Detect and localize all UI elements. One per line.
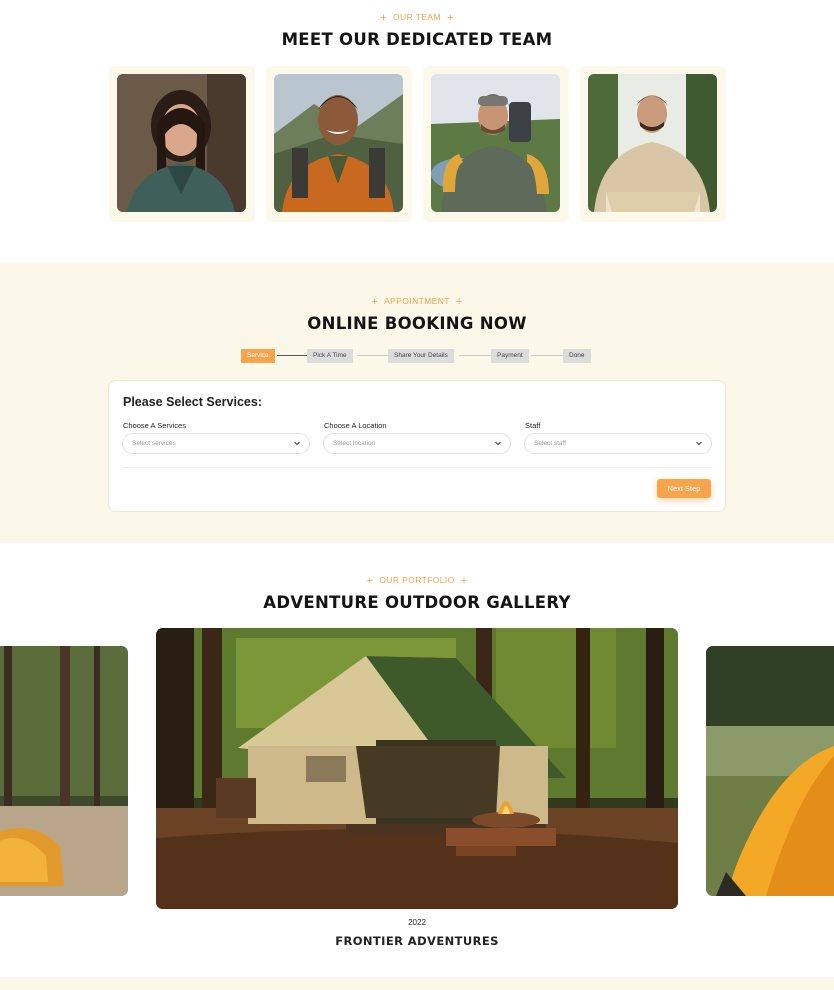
gallery-section: + OUR PORTFOLIO + ADVENTURE OUTDOOR GALLER… (0, 543, 834, 977)
gallery-eyebrow: + OUR PORTFOLIO + (0, 575, 834, 587)
step-connector (531, 355, 563, 356)
chevron-down-icon (294, 441, 300, 446)
plus-icon: + (455, 296, 463, 308)
team-member-photo (588, 74, 717, 212)
step-connector (277, 355, 309, 356)
plus-icon: + (366, 575, 374, 587)
step-connector (357, 355, 389, 356)
team-member-card[interactable] (423, 66, 569, 222)
staff-label: Staff (525, 421, 541, 430)
booking-eyebrow: + APPOINTMENT + (0, 296, 834, 308)
team-member-card[interactable] (580, 66, 726, 222)
booking-section: + APPOINTMENT + ONLINE BOOKING NOW Service… (0, 263, 834, 543)
plus-icon: + (446, 12, 454, 24)
step-done[interactable]: Done (563, 349, 591, 363)
services-label: Choose A Services (123, 421, 186, 430)
next-section-strip (0, 977, 834, 990)
team-eyebrow: + OUR TEAM + (0, 12, 834, 24)
plus-icon: + (460, 575, 468, 587)
services-placeholder: Select services (132, 440, 176, 447)
chevron-down-icon (495, 441, 501, 446)
form-title: Please Select Services: (123, 395, 262, 409)
booking-form: Please Select Services: Choose A Service… (108, 380, 726, 512)
team-section: + OUR TEAM + MEET OUR DEDICATED TEAM (0, 0, 834, 262)
gallery-title: ADVENTURE OUTDOOR GALLERY (263, 593, 571, 612)
staff-select[interactable]: Select staff (524, 433, 712, 454)
booking-eyebrow-label: APPOINTMENT (384, 296, 450, 306)
step-payment[interactable]: Payment (491, 349, 529, 363)
form-divider (123, 467, 711, 468)
step-service[interactable]: Service (241, 349, 275, 363)
staff-placeholder: Select staff (534, 440, 567, 447)
gallery-item-title: FRONTIER ADVENTURES (335, 934, 499, 948)
next-step-button[interactable]: Next Step (657, 479, 711, 498)
services-select[interactable]: Select services (122, 433, 310, 454)
team-member-card[interactable] (109, 66, 255, 222)
team-title: MEET OUR DEDICATED TEAM (281, 30, 553, 49)
gallery-slide-next[interactable] (706, 646, 834, 896)
team-member-photo (117, 74, 246, 212)
location-select[interactable]: Select location (323, 433, 511, 454)
plus-icon: + (371, 296, 379, 308)
booking-steps: Service Pick A Time Share Your Details P… (0, 349, 834, 363)
gallery-eyebrow-label: OUR PORTFOLIO (379, 575, 455, 585)
step-connector (459, 355, 491, 356)
team-member-card[interactable] (266, 66, 412, 222)
team-member-photo (431, 74, 560, 212)
location-placeholder: Select location (333, 440, 376, 447)
gallery-slide-active[interactable] (156, 628, 678, 909)
step-share-your-details[interactable]: Share Your Details (388, 349, 454, 363)
team-eyebrow-label: OUR TEAM (393, 12, 441, 22)
chevron-down-icon (696, 441, 702, 446)
plus-icon: + (380, 12, 388, 24)
location-label: Choose A Location (324, 421, 387, 430)
booking-title: ONLINE BOOKING NOW (307, 314, 527, 333)
gallery-slide-prev[interactable] (0, 646, 128, 896)
step-pick-a-time[interactable]: Pick A Time (307, 349, 353, 363)
team-member-photo (274, 74, 403, 212)
gallery-item-year: 2022 (408, 918, 426, 927)
